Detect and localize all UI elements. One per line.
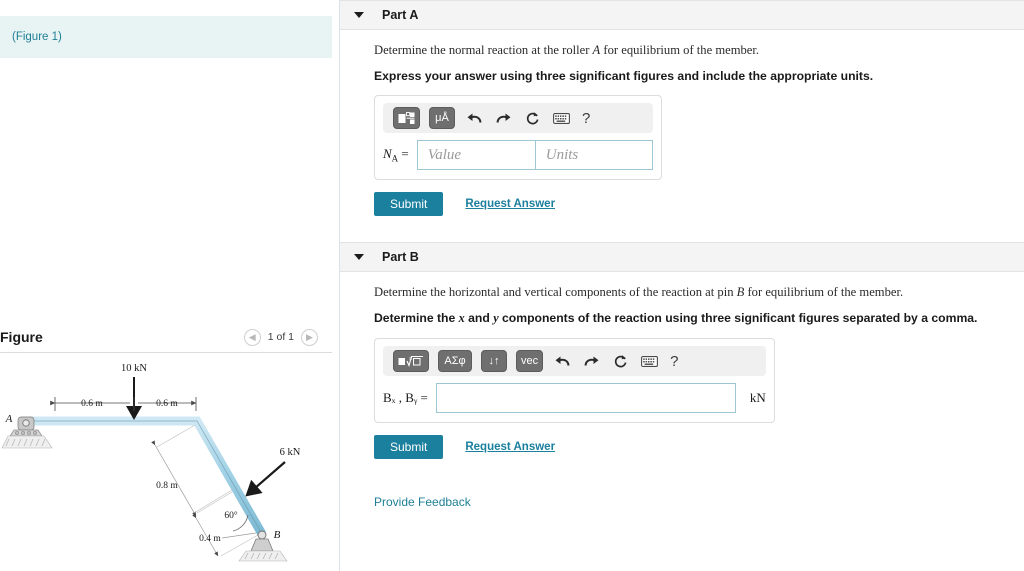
part-a-units-input[interactable]: Units xyxy=(534,140,653,170)
part-b-submit-button[interactable]: Submit xyxy=(374,435,444,459)
figure-1-link[interactable]: (Figure 1) xyxy=(12,31,62,43)
redo-glyph xyxy=(584,356,599,366)
redo-glyph xyxy=(496,113,510,123)
template-root-button[interactable]: □ xyxy=(393,350,429,372)
statics-diagram: 10 kN 0.6 m 0.6 m 0.8 m 0.4 m 6 kN 60° A… xyxy=(1,363,301,562)
part-b-instruction-pre: Determine the xyxy=(374,311,459,325)
part-b-answer-box: □ ΑΣφ ↓↑ vec ? Bₓ , Bᵧ = kN xyxy=(374,338,775,423)
load-6kn-arrow xyxy=(245,461,286,497)
figure-title: Figure xyxy=(0,329,43,345)
part-a-request-answer-link[interactable]: Request Answer xyxy=(465,198,555,210)
part-a-prompt-pre: Determine the normal reaction at the rol… xyxy=(374,43,593,57)
part-b-prompt: Determine the horizontal and vertical co… xyxy=(374,285,1024,300)
problem-page: (Figure 1) Figure ◀ 1 of 1 ▶ 10 kN 0.6 m… xyxy=(0,0,1024,571)
part-b-body: Determine the horizontal and vertical co… xyxy=(340,285,1024,511)
template-root-glyph: □ xyxy=(398,355,423,367)
dim-0_4-label: 0.4 m xyxy=(199,534,221,544)
part-b-answer-input[interactable] xyxy=(435,383,736,413)
reset-glyph xyxy=(526,111,538,124)
caret-down-icon[interactable] xyxy=(354,12,364,18)
caret-down-icon[interactable] xyxy=(354,254,364,260)
part-b-toolbar: □ ΑΣφ ↓↑ vec ? xyxy=(383,346,766,376)
vector-button[interactable]: vec xyxy=(516,350,544,372)
part-a-subscript: A xyxy=(391,153,399,164)
template-button[interactable] xyxy=(393,107,420,129)
provide-feedback-link[interactable]: Provide Feedback xyxy=(374,495,471,509)
undo-glyph xyxy=(555,356,570,366)
figure-next-button[interactable]: ▶ xyxy=(301,328,318,346)
angle-60-label: 60° xyxy=(224,510,238,521)
part-b-prompt-post: for equilibrium of the member. xyxy=(744,285,904,299)
keyboard-icon[interactable] xyxy=(639,351,659,371)
part-a-submit-button[interactable]: Submit xyxy=(374,192,444,216)
dim-0_6-right-label: 0.6 m xyxy=(156,399,178,409)
support-a-label: A xyxy=(5,413,13,425)
dim-0_6-left-label: 0.6 m xyxy=(81,399,103,409)
answer-panel: Part A Determine the normal reaction at … xyxy=(340,0,1024,571)
help-icon[interactable]: ? xyxy=(668,353,680,370)
figure-prev-button[interactable]: ◀ xyxy=(243,328,261,346)
part-b-instruction-post: components of the reaction using three s… xyxy=(498,311,978,325)
undo-glyph xyxy=(467,113,481,123)
part-a-toolbar: μÅ ? xyxy=(383,103,653,133)
dim-0_8-label: 0.8 m xyxy=(156,481,178,491)
units-button[interactable]: μÅ xyxy=(429,107,455,129)
part-b-request-answer-link[interactable]: Request Answer xyxy=(465,441,555,453)
figure-header: Figure ◀ 1 of 1 ▶ xyxy=(0,322,332,352)
part-a-answer-row: NA = Value Units xyxy=(383,140,653,170)
keyboard-icon[interactable] xyxy=(551,108,571,128)
part-a-header[interactable]: Part A xyxy=(340,0,1024,30)
redo-icon[interactable] xyxy=(493,108,513,128)
figure-panel: (Figure 1) Figure ◀ 1 of 1 ▶ 10 kN 0.6 m… xyxy=(0,0,340,571)
part-b-instruction: Determine the x and y components of the … xyxy=(374,311,1024,326)
feedback-wrap: Provide Feedback xyxy=(374,493,1024,511)
figure-pagination: ◀ 1 of 1 ▶ xyxy=(243,328,318,346)
svg-text:□: □ xyxy=(409,357,412,362)
part-b-answer-row: Bₓ , Bᵧ = kN xyxy=(383,383,766,413)
arrows-button[interactable]: ↓↑ xyxy=(481,350,507,372)
part-a-value-input[interactable]: Value xyxy=(416,140,535,170)
undo-icon[interactable] xyxy=(464,108,484,128)
undo-icon[interactable] xyxy=(552,351,572,371)
part-b-instruction-mid: and xyxy=(464,311,494,325)
load-6kn-label: 6 kN xyxy=(280,447,301,458)
reset-icon[interactable] xyxy=(610,351,630,371)
help-icon[interactable]: ? xyxy=(580,110,592,127)
part-b-prompt-pre: Determine the horizontal and vertical co… xyxy=(374,285,737,299)
part-a-body: Determine the normal reaction at the rol… xyxy=(340,43,1024,216)
part-a-title: Part A xyxy=(382,8,419,22)
part-b-title: Part B xyxy=(382,250,419,264)
template-glyph xyxy=(398,111,415,124)
support-b: B xyxy=(238,529,288,562)
part-a-answer-label: NA = xyxy=(383,146,417,164)
part-b-header[interactable]: Part B xyxy=(340,242,1024,272)
keyboard-glyph xyxy=(640,355,658,367)
redo-icon[interactable] xyxy=(581,351,601,371)
load-10kn-label: 10 kN xyxy=(121,363,147,374)
part-a-instruction: Express your answer using three signific… xyxy=(374,69,874,83)
reset-icon[interactable] xyxy=(522,108,542,128)
part-a-prompt: Determine the normal reaction at the rol… xyxy=(374,43,1024,58)
part-b-submit-row: Submit Request Answer xyxy=(374,435,1024,459)
figure-divider xyxy=(0,352,332,353)
figure-link-band: (Figure 1) xyxy=(0,16,332,58)
part-a-prompt-post: for equilibrium of the member. xyxy=(600,43,760,57)
part-b-block: Part B Determine the horizontal and vert… xyxy=(340,242,1024,511)
part-a-answer-box: μÅ ? NA = Value Units xyxy=(374,95,662,180)
part-a-block: Part A Determine the normal reaction at … xyxy=(340,0,1024,242)
part-a-symbol: N xyxy=(383,146,392,162)
part-a-equals: = xyxy=(401,146,409,162)
greek-symbols-button[interactable]: ΑΣφ xyxy=(438,350,472,372)
reset-glyph xyxy=(614,354,627,367)
part-b-answer-label: Bₓ , Bᵧ = xyxy=(383,390,428,405)
support-b-label: B xyxy=(274,529,281,541)
keyboard-glyph xyxy=(552,112,570,124)
part-a-submit-row: Submit Request Answer xyxy=(374,192,1024,216)
part-b-unit-label: kN xyxy=(749,390,766,405)
figure-page-count: 1 of 1 xyxy=(267,331,294,343)
